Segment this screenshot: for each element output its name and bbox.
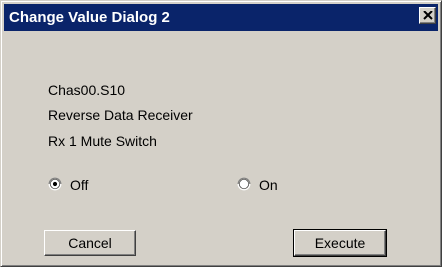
dialog-title: Change Value Dialog 2 (9, 9, 170, 26)
info-path: Chas00.S10 (48, 82, 126, 98)
close-icon (423, 11, 433, 20)
close-button[interactable] (419, 7, 436, 24)
radio-on-circle-icon[interactable] (237, 177, 251, 191)
radio-off[interactable]: Off (48, 176, 108, 194)
radio-on[interactable]: On (237, 176, 297, 194)
radio-on-label[interactable]: On (259, 176, 278, 194)
info-component: Reverse Data Receiver (48, 107, 193, 123)
execute-button[interactable]: Execute (293, 229, 387, 257)
radio-off-circle-icon[interactable] (48, 177, 62, 191)
info-parameter: Rx 1 Mute Switch (48, 133, 157, 149)
change-value-dialog: Change Value Dialog 2 Chas00.S10 Reverse… (0, 0, 442, 267)
radio-off-label[interactable]: Off (70, 176, 88, 194)
title-bar[interactable]: Change Value Dialog 2 (4, 4, 438, 31)
cancel-button[interactable]: Cancel (44, 230, 136, 256)
